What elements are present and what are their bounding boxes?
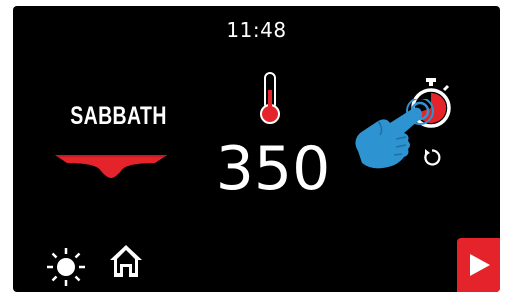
thermometer-icon bbox=[257, 72, 283, 128]
temperature-value[interactable]: 350 bbox=[203, 139, 343, 199]
mode-label[interactable]: SABBATH bbox=[70, 102, 166, 131]
clock-time: 11:48 bbox=[226, 18, 287, 42]
start-button[interactable] bbox=[457, 238, 500, 292]
light-icon[interactable] bbox=[46, 247, 86, 291]
control-panel: 11:48 SABBATH 350 bbox=[13, 6, 500, 292]
oven-screen: 11:48 SABBATH 350 bbox=[0, 0, 510, 298]
home-icon[interactable] bbox=[108, 243, 144, 283]
play-icon bbox=[470, 254, 490, 276]
pointing-hand-icon bbox=[350, 97, 434, 177]
pan-icon[interactable] bbox=[55, 152, 167, 186]
